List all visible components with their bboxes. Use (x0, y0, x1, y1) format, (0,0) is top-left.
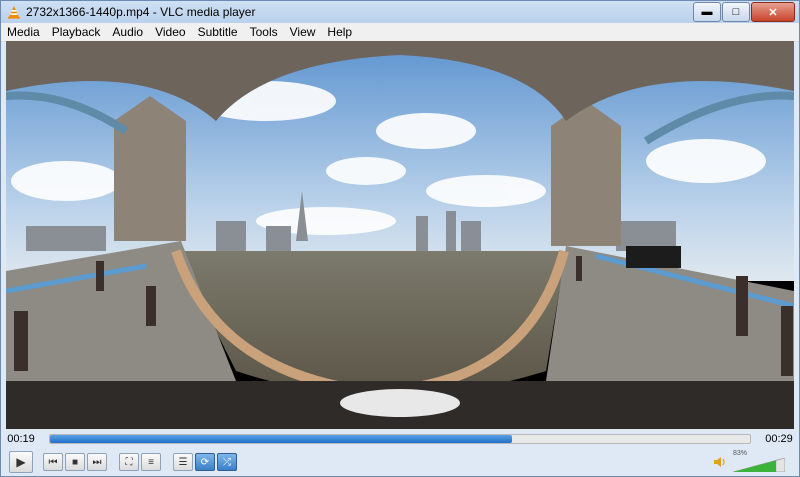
volume-percent: 83% (733, 450, 748, 457)
maximize-icon: □ (732, 6, 740, 18)
vlc-cone-icon (8, 6, 20, 19)
shuffle-button[interactable]: ⤮ (217, 453, 237, 471)
playlist-button[interactable]: ☰ (173, 453, 193, 471)
seek-progress (50, 435, 512, 443)
total-time: 00:29 (765, 433, 793, 445)
river (176, 251, 566, 396)
vlc-window: 2732x1366-1440p.mp4 - VLC media player ▬… (0, 0, 800, 477)
current-time: 00:19 (7, 433, 35, 445)
playback-controls: ▶ ⏮ ■ ⏭ ⛶ ≡ ☰ ⟳ ⤮ 83% (1, 448, 799, 476)
speaker-icon[interactable] (713, 455, 727, 469)
maximize-button[interactable]: □ (722, 2, 750, 22)
menu-video[interactable]: Video (149, 23, 191, 41)
menu-view[interactable]: View (284, 23, 322, 41)
fullscreen-button[interactable]: ⛶ (119, 453, 139, 471)
previous-button[interactable]: ⏮ (43, 453, 63, 471)
menu-playback[interactable]: Playback (46, 23, 107, 41)
play-icon: ▶ (16, 455, 26, 469)
volume-control: 83% (713, 450, 785, 472)
next-button[interactable]: ⏭ (87, 453, 107, 471)
video-frame (6, 41, 794, 429)
menu-subtitle[interactable]: Subtitle (192, 23, 244, 41)
video-display[interactable] (6, 41, 794, 429)
shuffle-icon: ⤮ (223, 456, 231, 468)
seek-bar[interactable] (49, 434, 751, 444)
menu-audio[interactable]: Audio (106, 23, 149, 41)
close-icon: ✕ (768, 6, 778, 19)
menu-help[interactable]: Help (321, 23, 358, 41)
volume-triangle (733, 458, 785, 472)
menu-bar: Media Playback Audio Video Subtitle Tool… (1, 23, 799, 42)
close-button[interactable]: ✕ (751, 2, 795, 22)
playlist-icon: ☰ (178, 456, 188, 468)
window-title: 2732x1366-1440p.mp4 - VLC media player (26, 5, 256, 19)
loop-button[interactable]: ⟳ (195, 453, 215, 471)
menu-tools[interactable]: Tools (244, 23, 284, 41)
stop-button[interactable]: ■ (65, 453, 85, 471)
minimize-icon: ▬ (701, 6, 713, 18)
minimize-button[interactable]: ▬ (693, 2, 721, 22)
menu-media[interactable]: Media (1, 23, 46, 41)
extended-settings-button[interactable]: ≡ (141, 453, 161, 471)
seek-row: 00:19 00:29 (1, 431, 799, 447)
fullscreen-icon: ⛶ (125, 456, 133, 468)
stop-icon: ■ (71, 456, 79, 468)
loop-icon: ⟳ (200, 456, 210, 468)
car (626, 246, 681, 268)
extended-settings-icon: ≡ (148, 456, 154, 468)
volume-slider[interactable]: 83% (733, 450, 785, 472)
window-controls: ▬ □ ✕ (692, 2, 795, 22)
play-button[interactable]: ▶ (9, 451, 33, 473)
previous-icon: ⏮ (48, 456, 58, 468)
next-icon: ⏭ (92, 456, 102, 468)
title-bar[interactable]: 2732x1366-1440p.mp4 - VLC media player ▬… (1, 1, 799, 23)
